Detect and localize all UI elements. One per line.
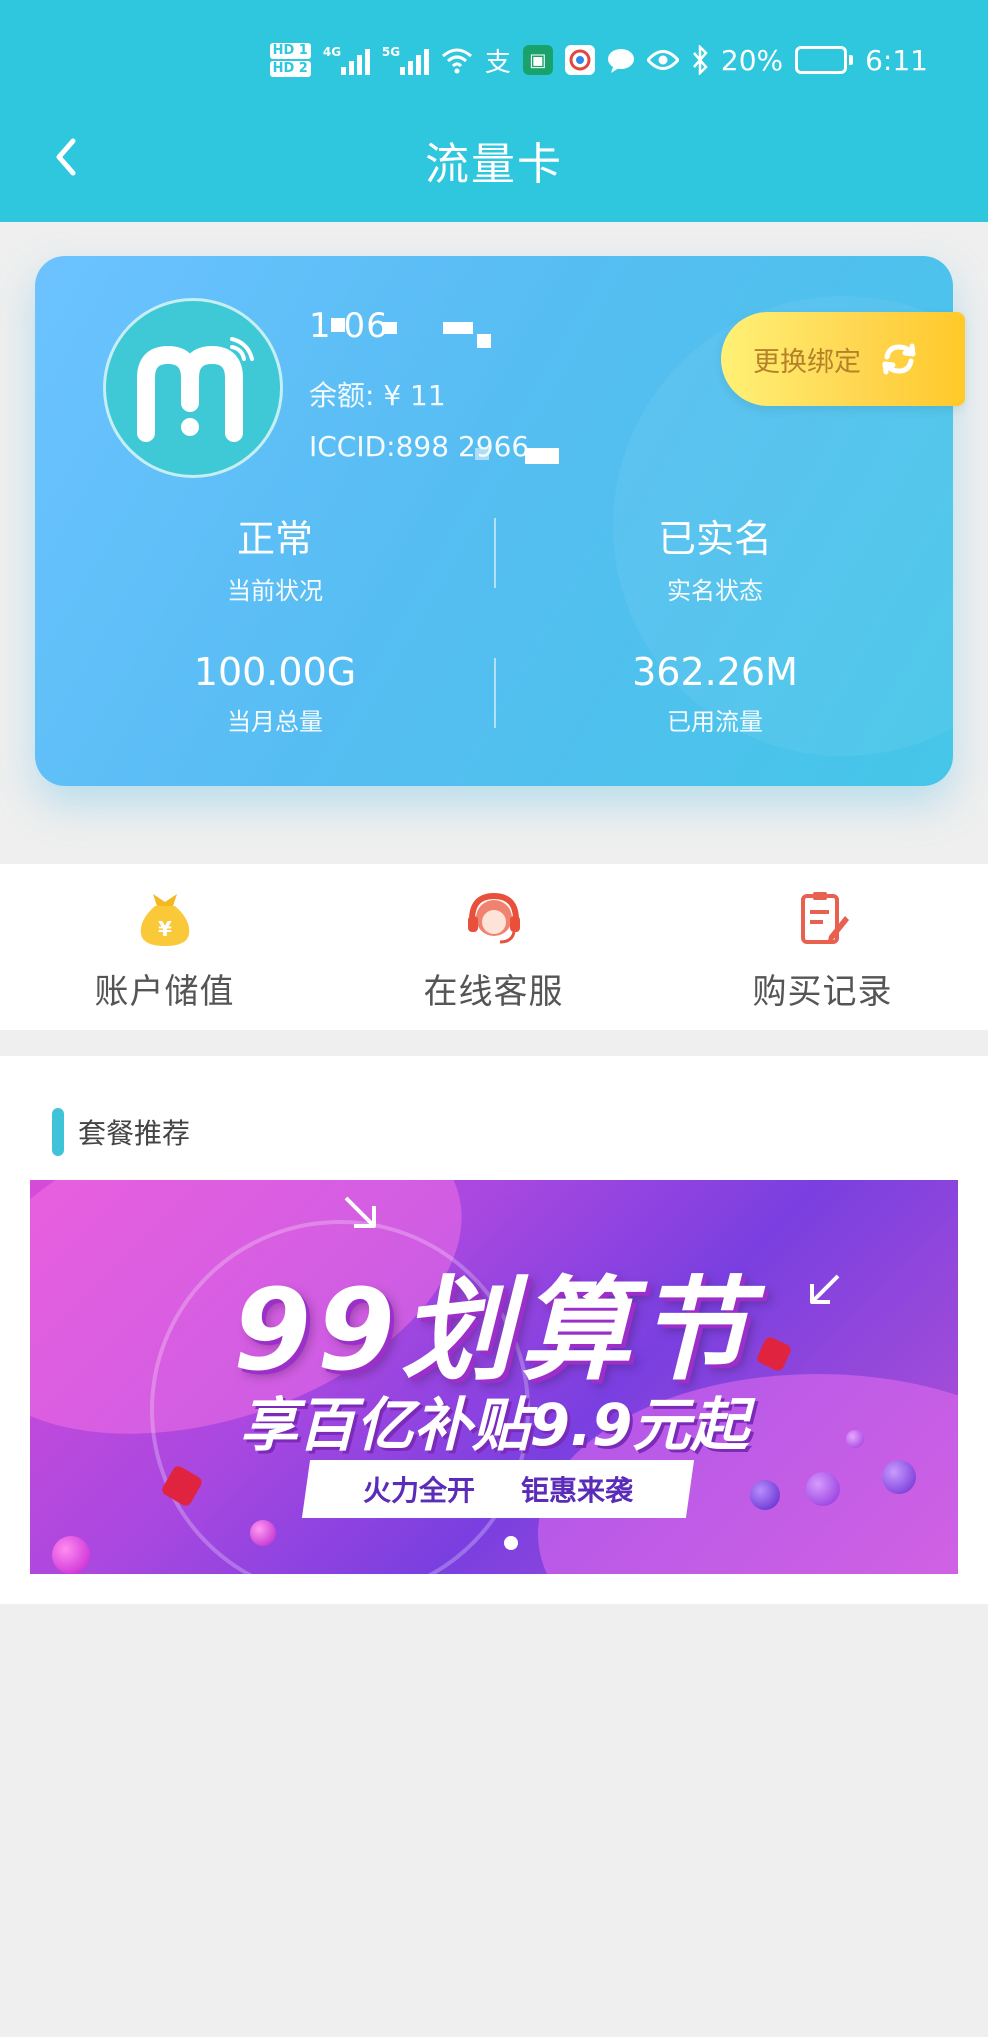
status-bar: HD 1 HD 2 4G 5G 支 ▣ 20% 6:11 [269,38,928,82]
money-bag-icon: ¥ [140,894,189,946]
shortcut-recharge[interactable]: ¥ 账户储值 [0,864,329,1030]
clipboard-edit-icon [800,892,849,944]
battery-percent: 20% [720,43,784,77]
stat-value: 362.26M [632,650,798,694]
stat-value: 100.00G [193,650,357,694]
logo-m-icon [137,337,254,442]
hd-indicator: HD 1 HD 2 [269,42,311,78]
stat-monthly-total: 100.00G 当月总量 [55,650,495,737]
headset-icon [467,892,520,944]
bluetooth-icon [691,45,709,75]
svg-text:¥: ¥ [158,917,172,941]
redaction-mark [331,318,345,332]
banner-subline: 享百亿补贴9.9元起 [239,1391,749,1459]
balance-text: 余额: ¥ 11 [309,379,446,412]
signal-icon: 5G [382,45,429,75]
stat-label: 当月总量 [227,708,323,736]
section-header: 套餐推荐 [52,1108,190,1156]
decor-ball [750,1480,780,1510]
refresh-icon [882,343,916,375]
signal-icon: 4G [323,45,370,75]
promo-banner[interactable]: 99划算节 享百亿补贴9.9元起 火力全开 钜惠来袭 [30,1180,958,1574]
stat-used-traffic: 362.26M 已用流量 [495,650,935,737]
redaction-mark [525,448,559,464]
banner-tag-right: 钜惠来袭 [521,1474,634,1507]
shortcut-purchase-history[interactable]: 购买记录 [658,864,987,1030]
redaction-mark [477,334,491,348]
decor-ball [250,1520,276,1546]
decor-ball [806,1472,840,1506]
shortcut-label: 在线客服 [423,972,564,1012]
page-title: 流量卡 [425,139,563,190]
shortcut-label: 账户储值 [94,972,235,1012]
app-icon: ▣ [522,45,553,75]
carousel-indicator[interactable] [504,1536,518,1550]
shortcut-label: 购买记录 [752,972,893,1012]
rebind-label: 更换绑定 [753,346,861,378]
redaction-mark [475,448,489,460]
stat-current-status: 正常 当前状况 [55,508,495,606]
redaction-mark [443,322,473,334]
redaction-mark [383,322,397,334]
browser-icon [564,45,595,75]
message-icon [607,47,635,73]
network-5g-label: 5G [381,45,401,59]
banner-tag-left: 火力全开 [362,1474,475,1507]
decor-ball [52,1536,90,1574]
hd1-label: HD 1 [269,43,311,59]
shortcut-bar: ¥ 账户储值 在线客服 购买记录 [0,864,988,1030]
stat-label: 实名状态 [667,577,763,605]
eye-icon [646,49,679,71]
stat-realname-status: 已实名 实名状态 [495,508,935,606]
decor-ball [882,1460,916,1494]
arrow-down-icon [344,1196,376,1228]
sim-card-panel: 1 06 余额: ¥ 11 ICCID:898 2966 正常 当前状况 已实名… [35,256,965,786]
package-recommend-section: 套餐推荐 99划算节 享百亿补贴9.9元起 火力全开 钜惠来袭 [0,1056,988,1604]
wifi-icon [441,46,473,74]
alipay-icon: 支 [484,47,511,78]
stat-value: 已实名 [657,517,772,561]
stat-label: 已用流量 [667,708,763,736]
banner-tagline: 火力全开 钜惠来袭 [301,1460,695,1518]
iccid-text: ICCID:898 2966 [309,430,530,463]
accent-bar [52,1108,64,1156]
battery-icon [795,46,854,74]
shortcut-customer-service[interactable]: 在线客服 [329,864,658,1030]
phone-number: 1 06 [309,306,389,346]
clock: 6:11 [865,43,928,77]
section-title: 套餐推荐 [78,1117,191,1150]
hd2-label: HD 2 [269,61,311,77]
app-header: HD 1 HD 2 4G 5G 支 ▣ 20% 6:11 流量卡 [0,0,988,222]
app-logo [103,298,283,478]
stat-label: 当前状况 [227,577,323,605]
network-4g-label: 4G [322,45,342,59]
stat-value: 正常 [236,517,313,561]
rebind-button[interactable]: 更换绑定 [721,312,965,406]
